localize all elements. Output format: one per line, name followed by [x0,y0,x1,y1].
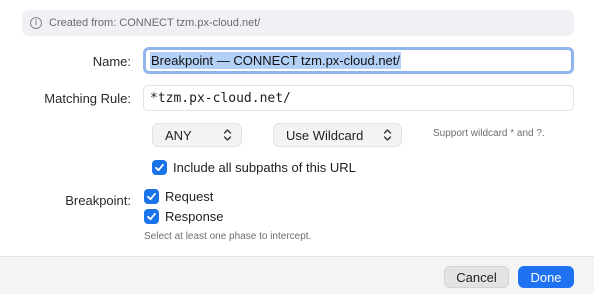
matching-rule-value: *tzm.px-cloud.net/ [150,90,291,106]
checkmark-icon [147,212,156,221]
phase-hint: Select at least one phase to intercept. [144,231,312,242]
response-label[interactable]: Response [165,209,224,224]
name-label: Name: [92,54,131,69]
matching-rule-field[interactable]: *tzm.px-cloud.net/ [143,85,574,111]
chevron-up-down-icon [383,129,392,141]
matching-rule-label: Matching Rule: [44,91,131,106]
method-select-value: ANY [165,127,192,143]
done-button[interactable]: Done [518,266,574,288]
breakpoint-label: Breakpoint: [65,193,131,208]
source-info-banner: i Created from: CONNECT tzm.px-cloud.net… [22,10,574,36]
include-subpaths-checkbox[interactable] [152,160,167,175]
chevron-up-down-icon [223,129,232,141]
name-field-value: Breakpoint — CONNECT tzm.px-cloud.net/ [150,52,402,69]
cancel-button[interactable]: Cancel [444,266,509,288]
source-info-text: Created from: CONNECT tzm.px-cloud.net/ [49,17,261,29]
info-icon: i [30,17,42,29]
request-checkbox[interactable] [144,189,159,204]
wildcard-select[interactable]: Use Wildcard [273,123,402,147]
response-checkbox[interactable] [144,209,159,224]
request-label[interactable]: Request [165,189,213,204]
checkmark-icon [147,192,156,201]
method-select[interactable]: ANY [152,123,242,147]
breakpoint-rule-dialog: i Created from: CONNECT tzm.px-cloud.net… [0,0,594,294]
wildcard-select-value: Use Wildcard [286,127,364,143]
name-field[interactable]: Breakpoint — CONNECT tzm.px-cloud.net/ [143,47,574,74]
wildcard-hint: Support wildcard * and ?. [433,128,545,139]
checkmark-icon [155,163,164,172]
include-subpaths-label[interactable]: Include all subpaths of this URL [173,160,356,175]
